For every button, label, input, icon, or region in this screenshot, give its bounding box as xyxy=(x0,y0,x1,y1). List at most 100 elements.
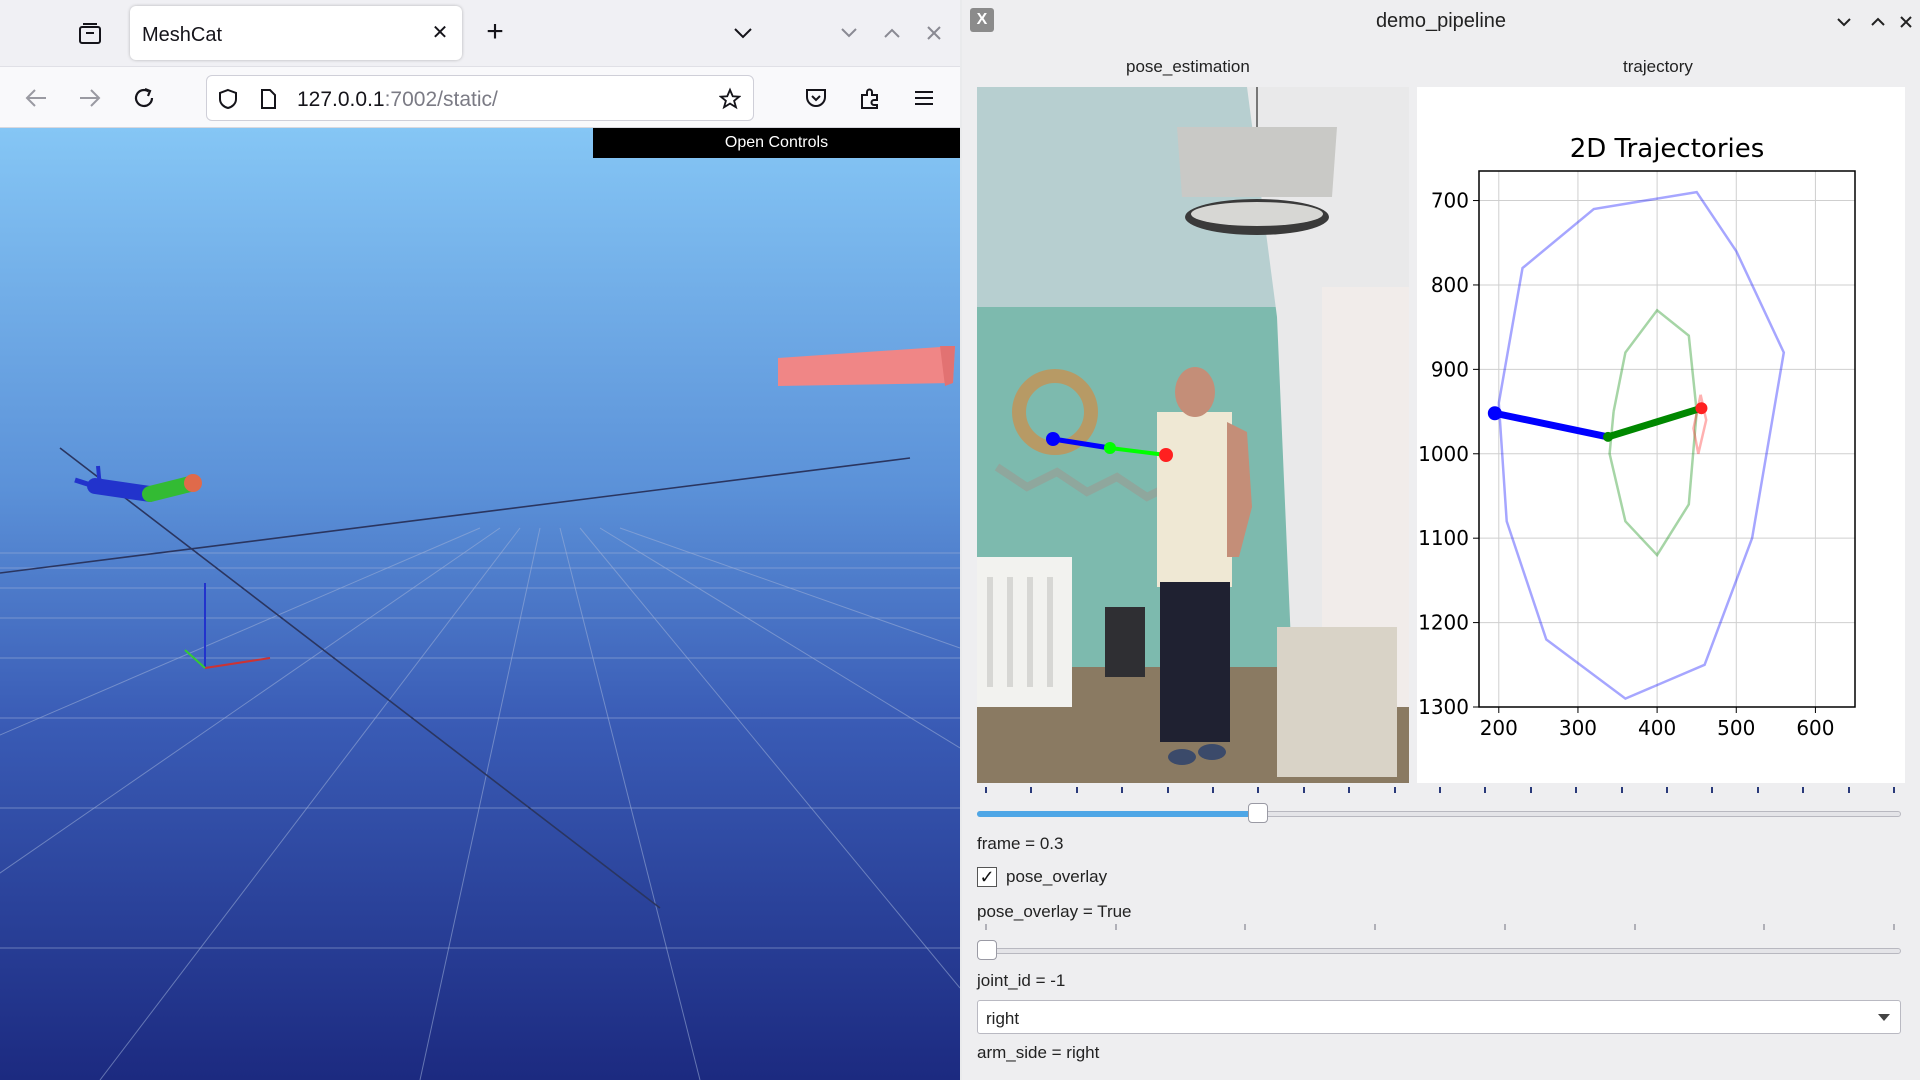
pipeline-window: X demo_pipeline pose_estimation trajecto… xyxy=(962,0,1920,1080)
tab-bar: MeshCat ✕ + xyxy=(0,0,960,66)
y-tick-label: 1300 xyxy=(1418,695,1469,719)
pose-estimation-label: pose_estimation xyxy=(1126,57,1250,76)
joint-slider-track[interactable] xyxy=(977,948,1901,954)
robot-arm-model xyxy=(74,465,202,502)
slider-tick xyxy=(1621,787,1623,793)
arm-side-selected: right xyxy=(986,1009,1020,1028)
slider-tick xyxy=(1848,787,1850,793)
x-tick-label: 600 xyxy=(1796,716,1834,740)
minimize-icon[interactable] xyxy=(834,18,864,48)
slider-tick xyxy=(1167,787,1169,793)
slider-tick xyxy=(1374,924,1376,930)
slider-tick xyxy=(1504,924,1506,930)
pose-estimation-image xyxy=(977,87,1409,783)
pose-overlay-value-text: pose_overlay = True xyxy=(977,902,1132,921)
elbow-joint xyxy=(1104,442,1116,454)
y-tick-label: 800 xyxy=(1431,273,1469,297)
forward-icon[interactable] xyxy=(73,81,107,115)
close-tab-icon[interactable]: ✕ xyxy=(428,21,452,45)
elbow-point xyxy=(1603,431,1614,442)
pocket-icon[interactable] xyxy=(799,81,833,115)
minimize-icon[interactable] xyxy=(1830,8,1858,36)
frame-slider-thumb[interactable] xyxy=(1248,803,1268,823)
slider-tick xyxy=(1763,924,1765,930)
window-titlebar: X demo_pipeline xyxy=(962,0,1920,42)
slider-tick xyxy=(1711,787,1713,793)
slider-tick xyxy=(1115,924,1117,930)
chevron-down-icon[interactable] xyxy=(726,16,760,50)
y-tick-label: 900 xyxy=(1431,357,1469,381)
slider-tick xyxy=(1666,787,1668,793)
slider-tick xyxy=(1530,787,1532,793)
slider-tick xyxy=(1634,924,1636,930)
wrist-point xyxy=(1695,402,1708,415)
slider-tick xyxy=(1121,787,1123,793)
frame-value-text: frame = 0.3 xyxy=(977,834,1064,853)
tab-list-icon[interactable] xyxy=(72,18,108,50)
joint-id-slider[interactable] xyxy=(977,924,1901,966)
frame-slider[interactable] xyxy=(977,787,1901,829)
dropdown-caret-icon xyxy=(1878,1014,1890,1021)
y-tick-label: 1200 xyxy=(1418,611,1469,635)
slider-tick xyxy=(1893,787,1895,793)
target-box xyxy=(778,346,955,386)
url-bar[interactable]: 127.0.0.1:7002/static/ xyxy=(206,75,754,121)
slider-tick xyxy=(1257,787,1259,793)
slider-tick xyxy=(1030,787,1032,793)
maximize-icon[interactable] xyxy=(877,18,907,48)
slider-tick xyxy=(985,924,987,930)
arm-side-value-text: arm_side = right xyxy=(977,1043,1100,1062)
window-title: demo_pipeline xyxy=(1375,10,1507,32)
slider-tick xyxy=(1757,787,1759,793)
slider-tick xyxy=(1439,787,1441,793)
pose-overlay-checkbox-label[interactable]: pose_overlay xyxy=(1006,867,1107,887)
url-text[interactable]: 127.0.0.1:7002/static/ xyxy=(297,88,498,112)
slider-tick xyxy=(1484,787,1486,793)
wrist-joint xyxy=(1159,448,1173,462)
star-icon[interactable] xyxy=(719,87,741,110)
upper-arm-segment xyxy=(1494,409,1609,441)
arm-side-dropdown[interactable]: right xyxy=(977,1000,1901,1034)
close-icon[interactable] xyxy=(1892,8,1920,36)
slider-tick xyxy=(1244,924,1246,930)
shoulder-joint xyxy=(1046,432,1060,446)
tab-title: MeshCat xyxy=(142,24,223,46)
page-icon xyxy=(257,88,279,110)
frame-slider-ticks xyxy=(977,787,1901,795)
y-tick-label: 1000 xyxy=(1418,442,1469,466)
navigation-toolbar: 127.0.0.1:7002/static/ xyxy=(0,66,960,128)
slider-tick xyxy=(1802,787,1804,793)
browser-window: MeshCat ✕ + 127.0.0.1:7002/static/ Open … xyxy=(0,0,960,1080)
url-host: 127.0.0.1 xyxy=(297,88,385,111)
extensions-icon[interactable] xyxy=(853,81,887,115)
plot-frame xyxy=(1478,170,1856,708)
pose-overlay xyxy=(1046,432,1173,462)
shield-icon[interactable] xyxy=(217,88,239,110)
back-icon[interactable] xyxy=(19,81,53,115)
x-tick-label: 500 xyxy=(1717,716,1755,740)
pose-overlay-checkbox[interactable]: ✓ xyxy=(977,867,997,887)
slider-tick xyxy=(1575,787,1577,793)
y-tick-label: 700 xyxy=(1431,189,1469,213)
slider-tick xyxy=(1348,787,1350,793)
frame-slider-fill xyxy=(977,811,1258,817)
x-tick-label: 200 xyxy=(1480,716,1518,740)
open-controls-button[interactable]: Open Controls xyxy=(593,128,960,158)
reload-icon[interactable] xyxy=(127,81,161,115)
chart-title: 2D Trajectories xyxy=(1570,134,1765,164)
origin-triad xyxy=(184,583,271,669)
url-path: :7002/static/ xyxy=(384,88,498,111)
forearm-segment xyxy=(1606,404,1703,441)
new-tab-button[interactable]: + xyxy=(478,16,512,50)
meshcat-3d-viewport[interactable]: Open Controls xyxy=(0,128,960,1080)
joint-slider-thumb[interactable] xyxy=(977,940,997,960)
maximize-icon[interactable] xyxy=(1864,8,1892,36)
tab-meshcat[interactable]: MeshCat ✕ xyxy=(130,6,462,60)
trajectory-plot: 2D Trajectories 200 300 400 500 600 700 800 900 1… xyxy=(1417,87,1905,783)
menu-icon[interactable] xyxy=(907,81,941,115)
y-tick-label: 1100 xyxy=(1418,526,1469,550)
close-icon[interactable] xyxy=(919,18,949,48)
grid-axes xyxy=(0,447,911,909)
slider-tick xyxy=(1303,787,1305,793)
ground-grid xyxy=(0,527,960,1080)
